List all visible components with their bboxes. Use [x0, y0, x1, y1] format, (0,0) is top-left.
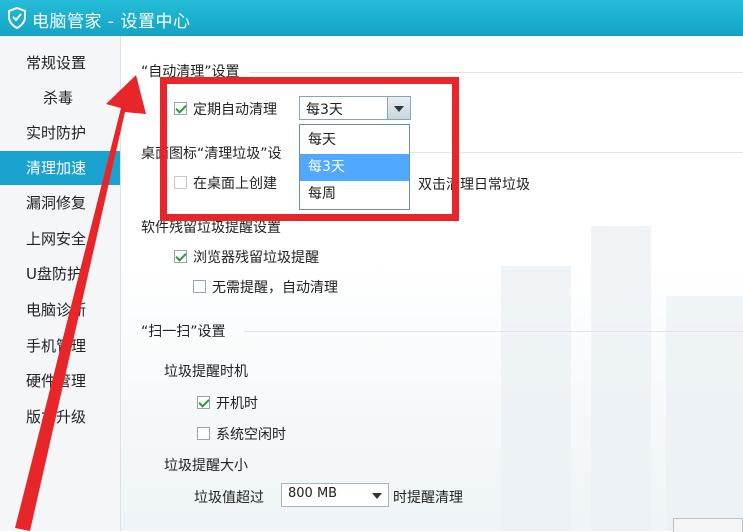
annotation-arrow-icon: [15, 75, 146, 531]
